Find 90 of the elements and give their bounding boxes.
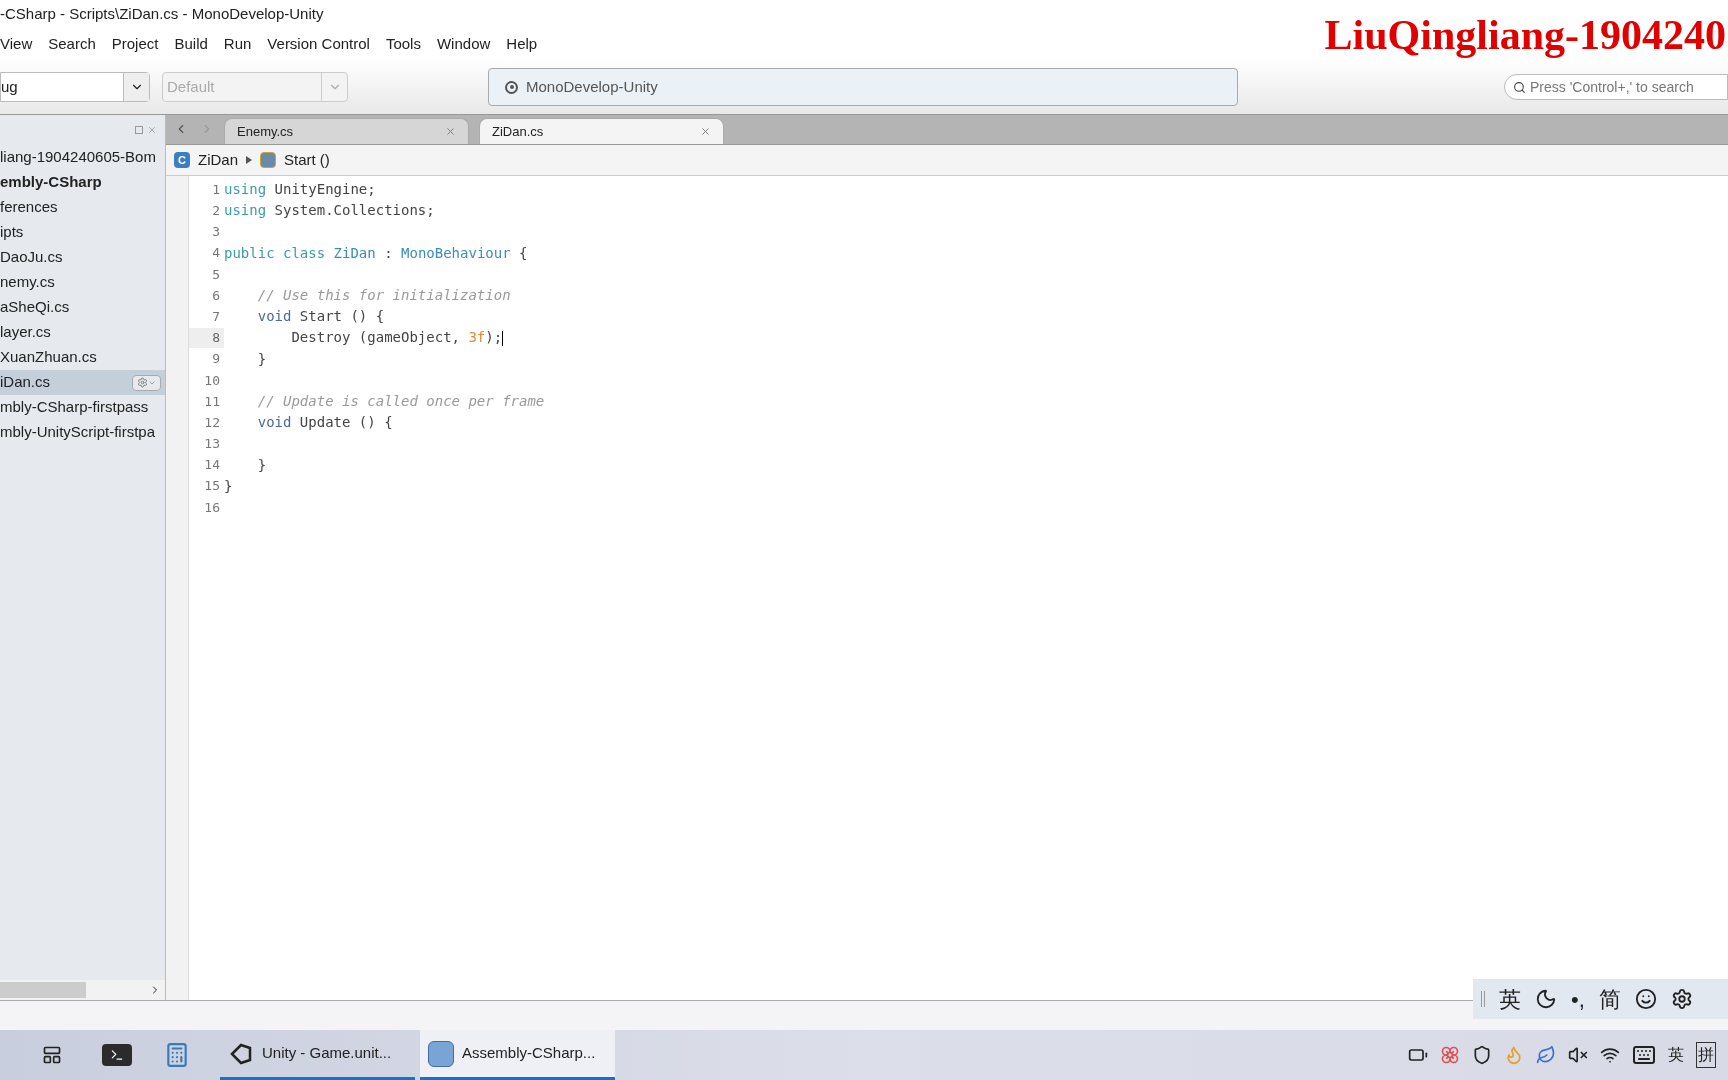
search-field[interactable]: Press 'Control+,' to search — [1504, 74, 1728, 100]
wifi-icon[interactable] — [1600, 1045, 1620, 1065]
overlay-caption: LiuQingliang-1904240 — [1324, 14, 1726, 56]
keyboard-icon[interactable] — [1632, 1043, 1656, 1067]
tree-item[interactable]: mbly-CSharp-firstpass — [0, 395, 165, 420]
code-line: Destroy (gameObject, 3f); — [290, 328, 504, 348]
flower-icon[interactable] — [1440, 1045, 1460, 1065]
emoji-icon[interactable] — [1634, 988, 1657, 1010]
code-line: void Update () { — [256, 413, 393, 433]
terminal-icon[interactable] — [102, 1044, 132, 1066]
status-display: MonoDevelop-Unity — [488, 68, 1238, 106]
code-line: using System.Collections; — [224, 201, 435, 221]
calculator-icon[interactable] — [164, 1042, 190, 1068]
line-number: 14 — [203, 456, 221, 475]
tree-item[interactable]: aSheQi.cs — [0, 295, 165, 320]
code-line: } — [256, 349, 267, 369]
text-cursor — [502, 330, 504, 346]
tree-item[interactable]: XuanZhuan.cs — [0, 345, 165, 370]
task-view-icon[interactable] — [42, 1045, 62, 1065]
menu-item[interactable]: Project — [111, 32, 159, 56]
line-number: 11 — [203, 392, 221, 411]
menu-item[interactable]: Search — [48, 32, 96, 56]
moon-icon[interactable] — [1535, 988, 1557, 1010]
tree-item[interactable]: mbly-UnityScript-firstpa — [0, 420, 165, 445]
line-number: 7 — [211, 307, 221, 326]
tree-item[interactable]: embly-CSharp — [0, 170, 165, 195]
menu-item[interactable]: Tools — [385, 32, 421, 56]
line-number: 1 — [211, 180, 221, 199]
leaf-icon[interactable] — [1536, 1045, 1556, 1065]
code-line: // Update is called once per frame — [256, 391, 545, 411]
editor-tab[interactable]: ZiDan.cs — [479, 118, 724, 144]
code-line: } — [224, 476, 233, 496]
menu-item[interactable]: Build — [174, 32, 208, 56]
tree-item[interactable]: ferences — [0, 195, 165, 220]
gear-dropdown-icon[interactable] — [132, 374, 161, 391]
window-title: -CSharp - Scripts\ZiDan.cs - MonoDevelop-Unity — [0, 3, 324, 24]
code-line: // Use this for initialization — [256, 286, 511, 306]
monodevelop-logo-icon — [428, 1040, 454, 1067]
tree-item[interactable]: DaoJu.cs — [0, 245, 165, 270]
grip-icon[interactable] — [1481, 991, 1485, 1007]
ime-button[interactable]: 英 — [1499, 982, 1521, 1016]
code-line: public class ZiDan : MonoBehaviour { — [224, 243, 528, 263]
close-tab-icon[interactable] — [700, 126, 711, 137]
line-number: 5 — [211, 265, 221, 284]
ime-button[interactable]: 简 — [1598, 982, 1621, 1016]
ime-button[interactable]: •, — [1571, 982, 1585, 1016]
code-line: } — [256, 455, 267, 475]
line-number: 12 — [203, 413, 221, 432]
class-icon: C — [174, 152, 190, 168]
line-number: 9 — [211, 350, 221, 369]
menu-item[interactable]: View — [0, 32, 33, 56]
close-icon[interactable] — [147, 125, 157, 135]
menu-item[interactable]: Window — [436, 32, 491, 56]
search-icon — [1513, 80, 1526, 94]
menu-item[interactable]: Help — [506, 32, 538, 56]
taskbar-app[interactable]: Unity - Game.unit... — [220, 1030, 415, 1080]
line-number: 16 — [203, 498, 221, 517]
mute-icon[interactable] — [1568, 1045, 1588, 1065]
code-line: using UnityEngine; — [224, 180, 376, 200]
close-tab-icon[interactable] — [445, 126, 456, 137]
configuration-dropdown[interactable]: ug — [0, 72, 150, 102]
breadcrumb-item[interactable]: ZiDan — [198, 148, 238, 172]
code-line: void Start () { — [256, 307, 385, 327]
line-number: 10 — [203, 371, 221, 390]
line-number: 3 — [211, 223, 221, 242]
method-icon — [260, 152, 276, 168]
scrollbar-thumb[interactable] — [0, 982, 86, 998]
line-number: 15 — [203, 477, 221, 496]
breadcrumb-item[interactable]: Start () — [284, 148, 330, 172]
taskbar-app[interactable]: Assembly-CSharp... — [420, 1030, 615, 1080]
line-number: 4 — [211, 244, 221, 263]
tree-item[interactable]: ipts — [0, 220, 165, 245]
line-number: 13 — [203, 435, 221, 454]
tree-item[interactable]: liang-1904240605-Bom — [0, 145, 165, 170]
line-number: 6 — [211, 286, 221, 305]
line-number: 2 — [211, 202, 221, 221]
input-language[interactable]: 英 — [1668, 1043, 1684, 1067]
menu-item[interactable]: Run — [223, 32, 252, 56]
dock-icon[interactable] — [135, 126, 143, 134]
input-mode[interactable]: 拼 — [1696, 1042, 1716, 1068]
separator-icon — [246, 156, 252, 164]
menu-item[interactable]: Version Control — [267, 32, 370, 56]
settings-icon[interactable] — [1670, 988, 1693, 1010]
editor-tab[interactable]: Enemy.cs — [224, 118, 469, 144]
tree-item[interactable]: nemy.cs — [0, 270, 165, 295]
tree-item[interactable]: layer.cs — [0, 320, 165, 345]
shield-icon[interactable] — [1472, 1045, 1492, 1065]
target-icon — [505, 80, 518, 94]
line-number: 8 — [189, 328, 224, 348]
tree-item[interactable]: iDan.cs — [0, 370, 165, 395]
